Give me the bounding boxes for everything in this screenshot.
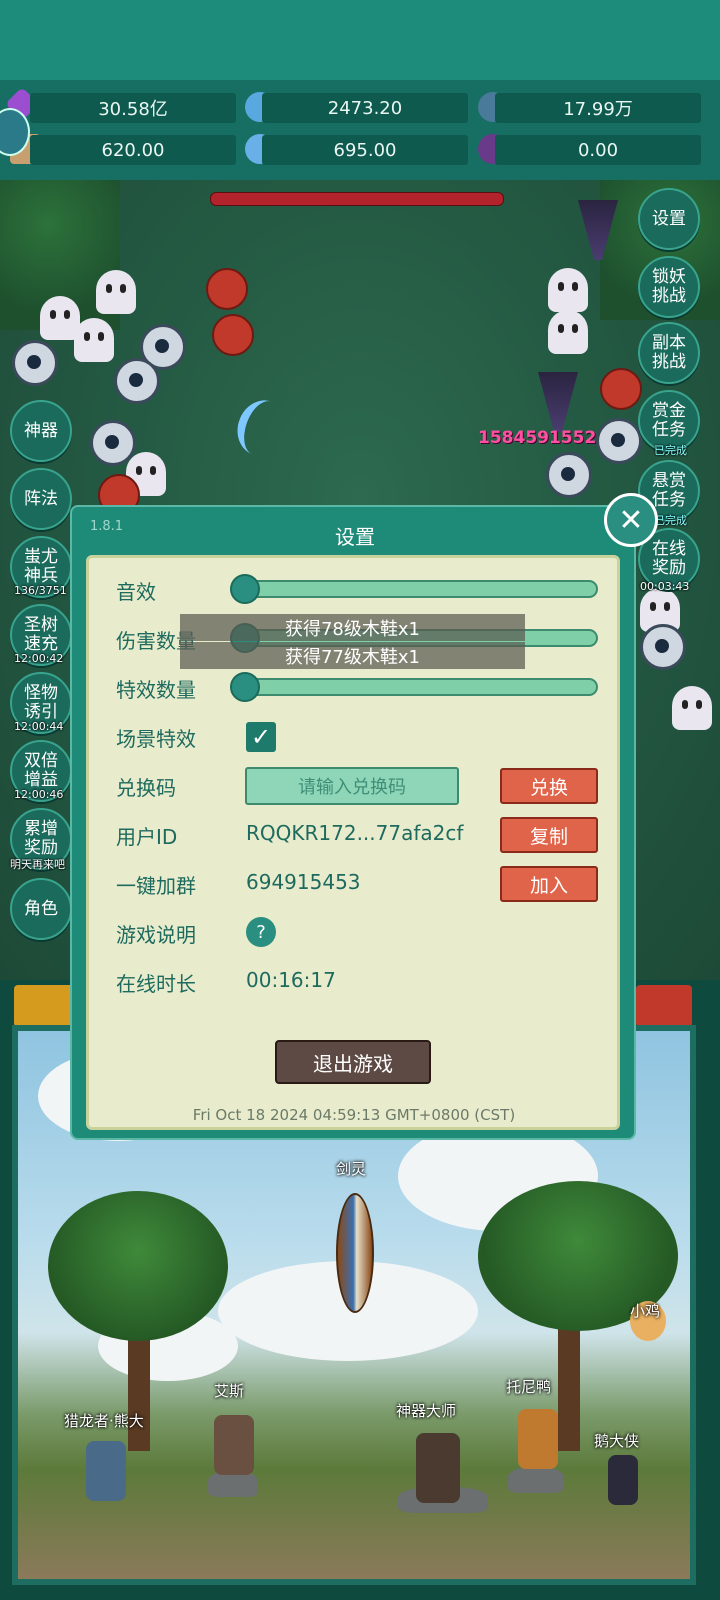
join-button[interactable]: 加入 [500,866,598,902]
dialog-title: 设置 [335,525,375,549]
reward-task-label: 悬赏 任务 [652,471,686,510]
ace-character[interactable] [214,1415,254,1475]
settings-label: 设置 [652,208,686,229]
hunter-bear-character[interactable] [86,1441,126,1501]
dungeon-label: 副本 挑战 [652,333,686,372]
game-help-label: 游戏说明 [116,923,196,947]
resource-value: 17.99万 [495,93,701,123]
tree-speed-label: 圣树 速充 [24,615,58,654]
tony-duck-character[interactable] [518,1409,558,1469]
redeem-button[interactable]: 兑换 [500,768,598,804]
eyeball-monster [596,418,642,464]
eyeball-monster [546,452,592,498]
online-reward-timer: 00:03:43 [640,580,690,593]
lock-demon-label: 锁妖 挑战 [652,267,686,306]
loot-toast: 获得77级木鞋x1 [180,642,525,669]
sound-slider[interactable] [236,580,598,598]
sword-spirit-label: 剑灵 [336,1160,367,1178]
artifact-button[interactable]: 神器 [10,400,72,462]
tree-speed-timer: 12:00:42 [14,652,64,665]
settings-button[interactable]: 设置 [638,188,700,250]
redeem-code-label: 兑换码 [116,776,176,800]
monster-lure-label: 怪物 诱引 [24,683,58,722]
ghost-monster [672,686,712,730]
ghost-monster [548,268,588,312]
dungeon-challenge-button[interactable]: 副本 挑战 [638,322,700,384]
check-icon: ✓ [250,723,272,751]
resource-value: 2473.20 [262,93,468,123]
user-id-label: 用户ID [116,825,178,849]
redeem-code-input[interactable]: 请输入兑换码 [245,767,459,805]
cumulative-reward-status: 明天再来吧 [10,858,65,871]
sword-spirit-surfboard[interactable] [336,1193,374,1313]
eyeball-monster [114,358,160,404]
bounty-gold-label: 赏金 任务 [652,401,686,440]
loot-toast: 获得78级木鞋x1 [180,614,525,641]
ghost-monster [96,270,136,314]
ghost-monster [548,310,588,354]
red-demon-monster [206,268,248,310]
cumulative-reward-label: 累增 奖励 [24,819,58,858]
stone [508,1467,564,1493]
tony-duck-label: 托尼鸭 [506,1378,552,1396]
goose-hero-label: 鹅大侠 [594,1432,640,1450]
close-icon[interactable]: ✕ [604,493,658,547]
formation-button[interactable]: 阵法 [10,468,72,530]
formation-label: 阵法 [24,488,58,509]
boss-health-bar [210,192,504,206]
red-demon-monster [600,368,642,410]
copy-button[interactable]: 复制 [500,817,598,853]
online-reward-label: 在线 奖励 [652,539,686,578]
eyeball-monster [90,420,136,466]
online-time-label: 在线时长 [116,972,196,996]
help-icon[interactable]: ? [246,917,276,947]
ghost-monster [74,318,114,362]
lock-demon-challenge-button[interactable]: 锁妖 挑战 [638,256,700,318]
eyeball-monster [640,624,686,670]
eyeball-monster [12,340,58,386]
user-id-value: RQQKR172...77afa2cf [246,821,464,845]
double-buff-timer: 12:00:46 [14,788,64,801]
exit-game-button[interactable]: 退出游戏 [275,1040,431,1084]
left-action-bar[interactable] [14,985,74,1027]
group-id-value: 694915453 [246,870,361,894]
effect-count-slider[interactable] [236,678,598,696]
right-action-bar[interactable] [636,985,692,1027]
artifact-label: 神器 [24,420,58,441]
hunter-bear-label: 猎龙者·熊大 [64,1412,144,1430]
chiyou-weapon-label: 蚩尤 神兵 [24,547,58,586]
ace-label: 艾斯 [214,1382,245,1400]
monster-lure-timer: 12:00:44 [14,720,64,733]
sound-label: 音效 [116,580,156,604]
artifact-master-character[interactable] [416,1433,460,1503]
character-button[interactable]: 角色 [10,878,72,940]
damage-number: 1584591552 [478,428,597,448]
artifact-master-label: 神器大师 [396,1402,457,1420]
scene-effect-label: 场景特效 [116,727,196,751]
effect-count-slider-handle[interactable] [230,672,260,702]
top-header-bar [0,0,720,80]
sound-slider-handle[interactable] [230,574,260,604]
goose-hero-character[interactable] [608,1455,638,1505]
resource-value: 620.00 [30,135,236,165]
chick-label: 小鸡 [630,1302,661,1320]
resource-value: 30.58亿 [30,93,236,123]
resource-value: 695.00 [262,135,468,165]
double-buff-label: 双倍 增益 [24,751,58,790]
effect-count-label: 特效数量 [116,678,196,702]
reward-task-status: 已完成 [654,514,687,527]
red-demon-monster [212,314,254,356]
tree [48,1191,228,1341]
resource-value: 0.00 [495,135,701,165]
scene-effect-checkbox[interactable]: ✓ [246,722,276,752]
bounty-gold-status: 已完成 [654,444,687,457]
character-label: 角色 [24,898,58,919]
online-time-value: 00:16:17 [246,968,336,992]
join-group-label: 一键加群 [116,874,196,898]
chiyou-weapon-progress: 136/3751 [14,584,67,597]
timestamp: Fri Oct 18 2024 04:59:13 GMT+0800 (CST) [192,1106,516,1124]
